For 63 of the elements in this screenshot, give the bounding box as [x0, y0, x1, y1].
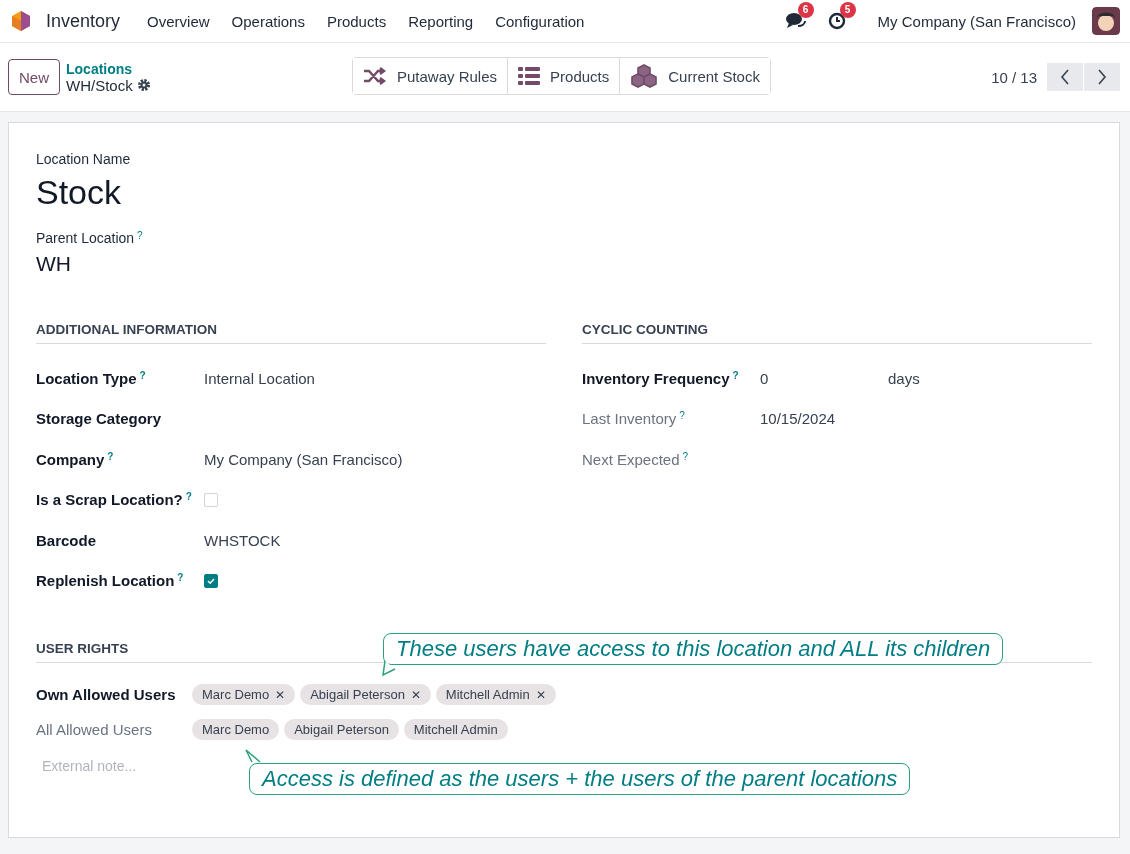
- unit-label: days: [888, 369, 920, 387]
- new-button[interactable]: New: [8, 59, 60, 95]
- user-tag: Marc Demo: [192, 719, 280, 740]
- shuffle-icon: [363, 67, 387, 85]
- section-title: ADDITIONAL INFORMATION: [36, 322, 546, 344]
- smart-button[interactable]: Putaway Rules: [353, 58, 509, 94]
- remove-tag-button[interactable]: ✕: [275, 687, 286, 702]
- next-button[interactable]: [1084, 63, 1120, 91]
- field-label: Next Expected $^{?}$: [582, 450, 690, 468]
- record-name: WH/Stock: [66, 76, 133, 94]
- callout-pointer-drawing: [245, 749, 261, 763]
- remove-tag-button[interactable]: ✕: [535, 687, 546, 702]
- field-label: All Allowed Users: [36, 721, 153, 738]
- cubes-icon: [630, 64, 659, 88]
- remove-tag-button[interactable]: ✕: [410, 687, 421, 702]
- field-value[interactable]: 0: [760, 369, 888, 387]
- settings-icon[interactable]: [136, 78, 151, 92]
- notification-badge: 5: [839, 2, 856, 18]
- app-name[interactable]: Inventory: [42, 10, 125, 32]
- menu-item[interactable]: Configuration: [484, 12, 596, 30]
- callout-annotation: Access is defined as the users + the users of the parent locations: [249, 763, 911, 795]
- section-title: CYCLIC COUNTING: [582, 322, 1092, 344]
- user-tag: Mitchell Admin: [403, 719, 508, 740]
- field-label: Barcode: [36, 531, 98, 549]
- field-label: Company $^{?}$: [36, 450, 115, 468]
- user-tag: Abigail Peterson: [284, 719, 399, 740]
- parent-location[interactable]: WH: [36, 252, 1092, 276]
- chevron-right-icon: [1097, 69, 1107, 85]
- field-label: Location Name: [36, 151, 132, 167]
- callout-pointer-drawing: [382, 660, 396, 676]
- list-icon: [518, 67, 541, 85]
- previous-button[interactable]: [1047, 63, 1083, 91]
- chevron-left-icon: [1060, 69, 1070, 85]
- pager-counter: 10 / 13: [991, 68, 1037, 86]
- menu-item[interactable]: Operations: [220, 12, 316, 30]
- app-logo-icon[interactable]: [10, 10, 32, 32]
- location-name[interactable]: Stock: [36, 173, 1092, 212]
- field-value[interactable]: 10/15/2024: [760, 410, 836, 428]
- field-label: Own Allowed Users: [36, 686, 177, 703]
- breadcrumb-link[interactable]: Locations: [66, 60, 151, 77]
- menu-item[interactable]: Overview: [136, 12, 221, 30]
- field-value[interactable]: My Company (San Francisco): [204, 450, 403, 468]
- notification-badge: 6: [797, 2, 814, 18]
- callout-annotation: These users have access to this location and ALL its children: [383, 633, 1004, 665]
- clock-icon[interactable]: [827, 12, 846, 30]
- user-tag: Marc Demo ✕: [192, 684, 296, 705]
- menu-item[interactable]: Reporting: [397, 12, 485, 30]
- field-label: Is a Scrap Location? $^{?}$: [36, 491, 193, 509]
- company-switcher[interactable]: My Company (San Francisco): [877, 12, 1076, 30]
- field-label: Parent Location $^{?}$: [36, 230, 144, 246]
- field-label: Inventory Frequency $^{?}$: [582, 369, 740, 387]
- user-tag: Mitchell Admin ✕: [435, 684, 556, 705]
- user-tag: Abigail Peterson ✕: [300, 684, 431, 705]
- checkbox[interactable]: [204, 573, 218, 588]
- field-label: Replenish Location $^{?}$: [36, 572, 185, 590]
- avatar-icon[interactable]: [1092, 7, 1120, 35]
- field-value[interactable]: Internal Location: [204, 369, 315, 387]
- menu-item[interactable]: Products: [315, 12, 398, 30]
- field-value[interactable]: WHSTOCK: [204, 531, 281, 549]
- field-label: Last Inventory $^{?}$: [582, 410, 686, 428]
- field-label: Location Type $^{?}$: [36, 369, 147, 387]
- chat-icon[interactable]: [785, 12, 806, 30]
- field-label: Storage Category: [36, 410, 163, 428]
